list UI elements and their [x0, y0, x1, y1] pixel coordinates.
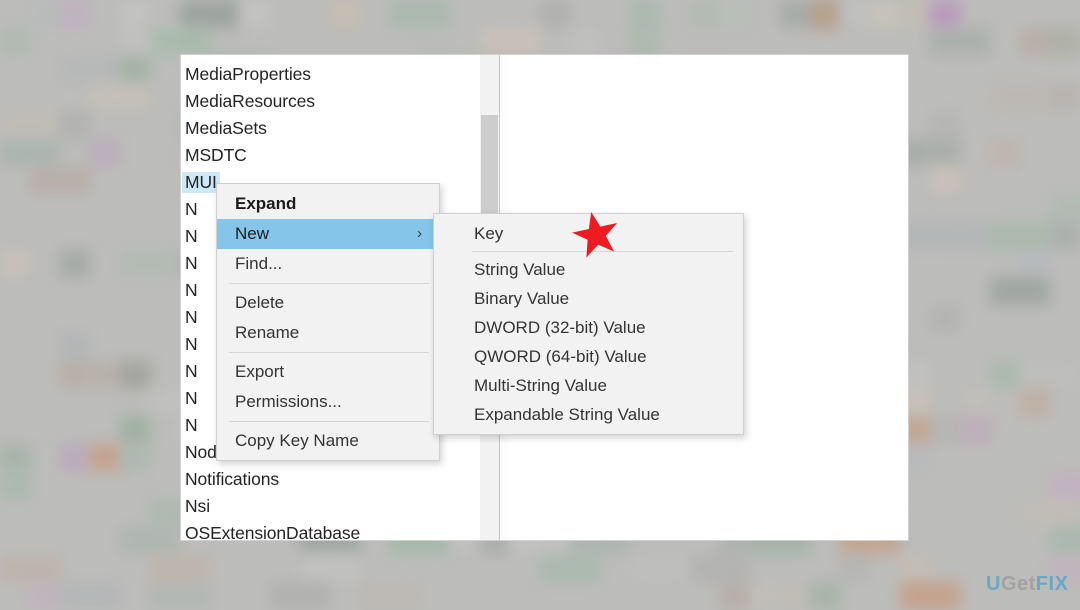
screenshot-stage: MediaProperties MediaResources MediaSets MS…	[0, 0, 1080, 610]
context-menu-item[interactable]: Permissions...	[217, 387, 439, 417]
context-menu-item-label: Find...	[235, 254, 283, 273]
tree-item[interactable]: N	[185, 253, 198, 274]
submenu-item[interactable]: DWORD (32-bit) Value	[434, 313, 743, 342]
tree-item[interactable]: MediaProperties	[185, 64, 311, 85]
context-menu-item[interactable]: Delete	[217, 288, 439, 318]
context-menu-item[interactable]: Export	[217, 357, 439, 387]
tree-item[interactable]: MSDTC	[185, 145, 247, 166]
tree-item[interactable]: Nsi	[185, 496, 210, 517]
chevron-right-icon: ›	[417, 225, 422, 242]
context-menu-item[interactable]: New ›	[217, 219, 439, 249]
watermark-part-3: FIX	[1035, 573, 1069, 595]
submenu-item[interactable]: String Value	[434, 255, 743, 284]
watermark-part-2: Get	[1000, 573, 1036, 595]
watermark-part-1: U	[986, 573, 1001, 595]
tree-item[interactable]: MediaSets	[185, 118, 267, 139]
tree-item[interactable]: N	[185, 388, 198, 409]
submenu-item[interactable]: QWORD (64-bit) Value	[434, 342, 743, 371]
tree-item[interactable]: N	[185, 361, 198, 382]
submenu-item[interactable]: Expandable String Value	[434, 400, 743, 429]
tree-item[interactable]: N	[185, 226, 198, 247]
red-star-marker	[572, 211, 618, 258]
tree-item[interactable]: MUI	[182, 172, 220, 193]
tree-item[interactable]: N	[185, 280, 198, 301]
tree-item[interactable]: N	[185, 334, 198, 355]
tree-item[interactable]: N	[185, 199, 198, 220]
context-menu-item[interactable]: Find...	[217, 249, 439, 279]
context-menu-item-label: Copy Key Name	[235, 431, 359, 450]
submenu-item[interactable]: Multi-String Value	[434, 371, 743, 400]
submenu-item[interactable]: Binary Value	[434, 284, 743, 313]
context-menu-item-label: Permissions...	[235, 392, 342, 411]
tree-item[interactable]: MediaResources	[185, 91, 315, 112]
context-menu-item[interactable]: Copy Key Name	[217, 426, 439, 456]
tree-item[interactable]: N	[185, 307, 198, 328]
context-menu-item-label: Delete	[235, 293, 285, 312]
tree-item[interactable]: OSExtensionDatabase	[185, 523, 360, 540]
context-menu-item[interactable]: Rename	[217, 318, 439, 348]
context-menu-item-label: Rename	[235, 323, 300, 342]
context-menu-item-label: Expand	[235, 194, 297, 213]
context-menu-item-label: New	[235, 224, 270, 243]
tree-item[interactable]: N	[185, 415, 198, 436]
context-menu-item-label: Export	[235, 362, 285, 381]
site-watermark: UGetFIX	[986, 573, 1068, 596]
registry-key-context-menu[interactable]: Expand New › Find... Delete Rename Export Permi…	[216, 183, 440, 461]
tree-item[interactable]: Notifications	[185, 469, 279, 490]
menu-separator	[229, 421, 429, 422]
menu-separator	[229, 352, 429, 353]
menu-separator	[229, 283, 429, 284]
context-menu-item[interactable]: Expand	[217, 189, 439, 219]
